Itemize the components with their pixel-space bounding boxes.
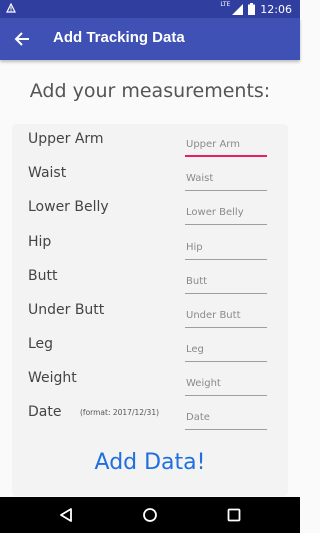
field-label-waist: Waist [28,165,67,181]
app-bar: Add Tracking Data [0,18,300,60]
field-row-hip: Hip [12,234,288,264]
hip-input[interactable] [185,236,267,260]
home-circle-icon [143,508,157,522]
field-label-butt: Butt [28,268,58,284]
field-label-under-butt: Under Butt [28,302,105,318]
battery-icon [248,3,256,15]
field-row-leg: Leg [12,336,288,366]
nav-recents-button[interactable] [224,505,244,525]
form-heading: Add your measurements: [29,80,271,102]
signal-icon [232,3,244,15]
app-title: Add Tracking Data [53,29,185,46]
date-format-hint: (format: 2017/12/31) [80,408,160,417]
field-row-date: Date (format: 2017/12/31) [12,404,288,434]
lower-belly-input[interactable] [185,201,267,225]
weight-input[interactable] [185,372,267,396]
waist-input[interactable] [185,167,267,191]
recents-square-icon [227,508,241,522]
back-button[interactable] [8,25,36,53]
back-triangle-icon [60,508,72,522]
leg-input[interactable] [185,338,267,362]
add-data-button[interactable]: Add Data! [12,450,288,475]
clock: 12:06 [260,2,292,16]
field-row-butt: Butt [12,268,288,298]
measurement-form: Upper Arm Waist Lower Belly Hip Butt Und… [12,124,288,496]
field-label-leg: Leg [28,336,54,352]
under-butt-input[interactable] [185,304,267,328]
notification-icon [6,3,16,13]
upper-arm-input[interactable] [185,133,267,157]
field-label-lower-belly: Lower Belly [28,199,109,215]
date-input[interactable] [185,406,267,430]
field-row-lower-belly: Lower Belly [12,199,288,229]
field-row-under-butt: Under Butt [12,302,288,332]
field-label-upper-arm: Upper Arm [28,131,104,147]
field-label-hip: Hip [28,234,52,250]
field-label-date: Date [28,404,62,420]
field-row-weight: Weight [12,370,288,400]
butt-input[interactable] [185,270,267,294]
arrow-left-icon [14,32,29,46]
nav-home-button[interactable] [140,505,160,525]
nav-back-button[interactable] [56,505,76,525]
navigation-bar [0,497,300,533]
status-icons: LTE 12:06 [220,1,292,17]
status-bar: LTE 12:06 [0,0,300,18]
field-row-upper-arm: Upper Arm [12,131,288,161]
network-label: LTE [220,1,231,8]
field-label-weight: Weight [28,370,77,386]
field-row-waist: Waist [12,165,288,195]
